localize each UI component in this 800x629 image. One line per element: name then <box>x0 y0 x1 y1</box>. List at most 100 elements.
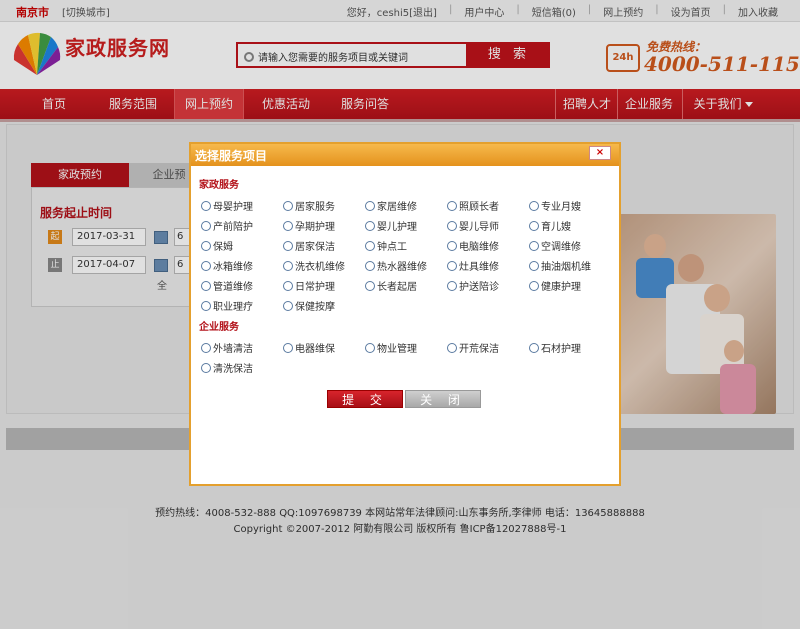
radio-button[interactable] <box>365 280 375 291</box>
service-option[interactable]: 长者起居 <box>365 278 417 293</box>
radio-button[interactable] <box>201 280 211 291</box>
service-option-label: 照顾长者 <box>459 202 499 213</box>
service-option[interactable]: 职业理疗 <box>201 298 253 313</box>
service-option[interactable]: 石材护理 <box>529 340 581 355</box>
service-option[interactable]: 洗衣机维修 <box>283 258 345 273</box>
service-option[interactable]: 保健按摩 <box>283 298 335 313</box>
service-option[interactable]: 物业管理 <box>365 340 417 355</box>
service-option-label: 孕期护理 <box>295 222 335 233</box>
radio-button[interactable] <box>447 280 457 291</box>
radio-button[interactable] <box>365 240 375 251</box>
service-option-label: 物业管理 <box>377 344 417 355</box>
service-option[interactable]: 电器维保 <box>283 340 335 355</box>
service-option-label: 日常护理 <box>295 282 335 293</box>
service-option[interactable]: 婴儿导师 <box>447 218 499 233</box>
radio-button[interactable] <box>201 362 211 373</box>
service-option[interactable]: 空调维修 <box>529 238 581 253</box>
service-option[interactable]: 健康护理 <box>529 278 581 293</box>
radio-button[interactable] <box>447 220 457 231</box>
service-option[interactable]: 产前陪护 <box>201 218 253 233</box>
service-option-label: 钟点工 <box>377 242 407 253</box>
radio-button[interactable] <box>365 220 375 231</box>
radio-button[interactable] <box>529 280 539 291</box>
radio-button[interactable] <box>529 260 539 271</box>
radio-button[interactable] <box>201 220 211 231</box>
radio-button[interactable] <box>283 342 293 353</box>
service-option[interactable]: 保姆 <box>201 238 233 253</box>
close-icon[interactable]: × <box>589 146 611 160</box>
service-option[interactable]: 开荒保洁 <box>447 340 499 355</box>
service-option-label: 长者起居 <box>377 282 417 293</box>
service-option-label: 石材护理 <box>541 344 581 355</box>
service-option-label: 电脑维修 <box>459 242 499 253</box>
service-option[interactable]: 育儿嫂 <box>529 218 571 233</box>
radio-button[interactable] <box>201 342 211 353</box>
service-option[interactable]: 家居维修 <box>365 198 417 213</box>
service-option-label: 保姆 <box>213 242 233 253</box>
radio-button[interactable] <box>201 240 211 251</box>
service-option-label: 产前陪护 <box>213 222 253 233</box>
service-option[interactable]: 照顾长者 <box>447 198 499 213</box>
service-option[interactable]: 灶具维修 <box>447 258 499 273</box>
submit-button[interactable]: 提 交 <box>327 390 403 408</box>
service-option-label: 灶具维修 <box>459 262 499 273</box>
service-option-label: 母婴护理 <box>213 202 253 213</box>
service-option-label: 洗衣机维修 <box>295 262 345 273</box>
service-option[interactable]: 婴儿护理 <box>365 218 417 233</box>
service-option-label: 居家保洁 <box>295 242 335 253</box>
radio-button[interactable] <box>201 260 211 271</box>
service-option[interactable]: 母婴护理 <box>201 198 253 213</box>
radio-button[interactable] <box>529 200 539 211</box>
service-option[interactable]: 护送陪诊 <box>447 278 499 293</box>
service-option[interactable]: 管道维修 <box>201 278 253 293</box>
radio-button[interactable] <box>201 300 211 311</box>
service-option-label: 电器维保 <box>295 344 335 355</box>
section-home-services: 家政服务 <box>199 180 239 191</box>
service-option[interactable]: 冰箱维修 <box>201 258 253 273</box>
service-option-label: 冰箱维修 <box>213 262 253 273</box>
service-option[interactable]: 孕期护理 <box>283 218 335 233</box>
dialog-header: 选择服务项目 × <box>191 144 619 166</box>
radio-button[interactable] <box>283 240 293 251</box>
radio-button[interactable] <box>283 220 293 231</box>
radio-button[interactable] <box>529 220 539 231</box>
radio-button[interactable] <box>447 342 457 353</box>
radio-button[interactable] <box>529 342 539 353</box>
service-option[interactable]: 电脑维修 <box>447 238 499 253</box>
service-option-label: 开荒保洁 <box>459 344 499 355</box>
radio-button[interactable] <box>447 260 457 271</box>
radio-button[interactable] <box>447 200 457 211</box>
radio-button[interactable] <box>283 280 293 291</box>
service-option[interactable]: 外墙清洁 <box>201 340 253 355</box>
radio-button[interactable] <box>283 260 293 271</box>
radio-button[interactable] <box>365 342 375 353</box>
close-button[interactable]: 关 闭 <box>405 390 481 408</box>
radio-button[interactable] <box>529 240 539 251</box>
service-option-label: 护送陪诊 <box>459 282 499 293</box>
service-option-label: 抽油烟机维 <box>541 262 591 273</box>
service-option-label: 清洗保洁 <box>213 364 253 375</box>
service-option-label: 家居维修 <box>377 202 417 213</box>
radio-button[interactable] <box>365 260 375 271</box>
service-option-label: 职业理疗 <box>213 302 253 313</box>
service-option[interactable]: 居家服务 <box>283 198 335 213</box>
service-option[interactable]: 热水器维修 <box>365 258 427 273</box>
service-option-label: 健康护理 <box>541 282 581 293</box>
service-option[interactable]: 抽油烟机维 <box>529 258 591 273</box>
service-option-label: 管道维修 <box>213 282 253 293</box>
service-option[interactable]: 日常护理 <box>283 278 335 293</box>
radio-button[interactable] <box>365 200 375 211</box>
service-option[interactable]: 居家保洁 <box>283 238 335 253</box>
service-option[interactable]: 清洗保洁 <box>201 360 253 375</box>
service-option[interactable]: 钟点工 <box>365 238 407 253</box>
dialog-title: 选择服务项目 <box>195 149 268 163</box>
service-option[interactable]: 专业月嫂 <box>529 198 581 213</box>
service-select-dialog: 选择服务项目 × 家政服务 母婴护理 居家服务 家居维修 照顾长者 专业月嫂产前陪护 孕期… <box>189 142 621 486</box>
service-option-label: 专业月嫂 <box>541 202 581 213</box>
radio-button[interactable] <box>447 240 457 251</box>
radio-button[interactable] <box>283 300 293 311</box>
section-business-services: 企业服务 <box>199 322 239 333</box>
service-option-label: 保健按摩 <box>295 302 335 313</box>
radio-button[interactable] <box>201 200 211 211</box>
radio-button[interactable] <box>283 200 293 211</box>
